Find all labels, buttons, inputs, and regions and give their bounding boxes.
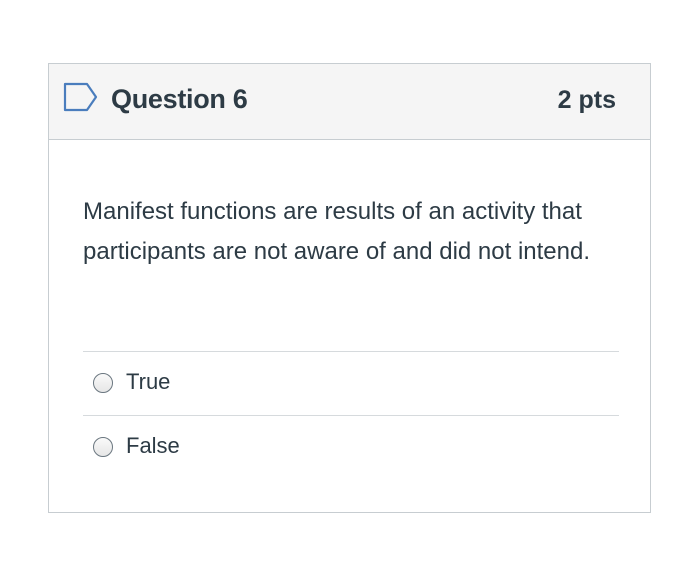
question-header: Question 6 2 pts (49, 64, 650, 140)
flag-question-icon[interactable] (63, 82, 99, 112)
radio-button[interactable] (93, 437, 113, 457)
question-card: Question 6 2 pts Manifest functions are … (48, 63, 651, 513)
answer-label[interactable]: True (126, 369, 170, 395)
answer-option-false[interactable]: False (83, 415, 619, 479)
radio-button[interactable] (93, 373, 113, 393)
answer-list: True False (83, 351, 619, 479)
answer-option-true[interactable]: True (83, 351, 619, 415)
question-text: Manifest functions are results of an act… (83, 198, 590, 265)
question-points: 2 pts (557, 86, 616, 114)
answer-label[interactable]: False (126, 433, 180, 459)
question-title: Question 6 (111, 84, 248, 114)
